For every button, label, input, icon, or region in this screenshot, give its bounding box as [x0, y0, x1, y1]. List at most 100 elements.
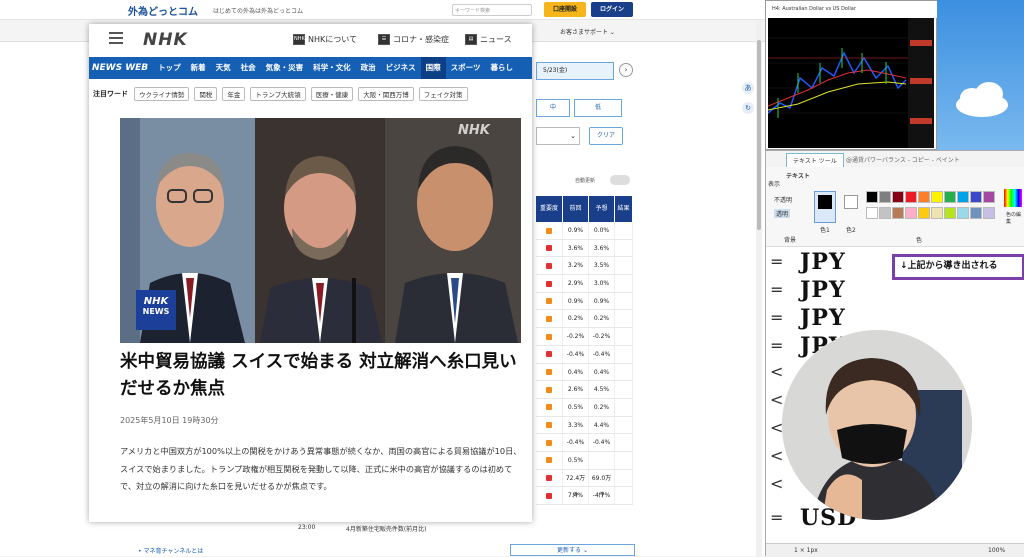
table-row[interactable]: -0.4% -0.4% [536, 434, 633, 452]
canvas-size: 1 × 1px [794, 547, 818, 554]
hot-word-tag[interactable]: 関税 [194, 87, 218, 101]
nav-item[interactable]: 社会 [236, 57, 261, 79]
palette-swatch[interactable] [892, 206, 904, 219]
table-row[interactable]: 0.5% [536, 451, 633, 470]
zoom-level[interactable]: 100% [988, 547, 1005, 554]
palette-swatch[interactable] [983, 206, 995, 219]
opaque-option[interactable]: 不透明 [774, 195, 792, 204]
next-date-button[interactable]: › [619, 63, 633, 77]
auto-update-toggle[interactable] [610, 175, 630, 185]
forecast-cell: 69.0万件 [589, 469, 615, 499]
table-row[interactable]: 0.5% 0.2% [536, 398, 633, 417]
color2-label: 色2 [846, 227, 856, 234]
hot-word-tag[interactable]: 大阪・関西万博 [358, 87, 414, 101]
login-button[interactable]: ログイン [591, 2, 633, 17]
table-row[interactable]: 3.3% 4.4% [536, 416, 633, 435]
palette-swatch[interactable] [905, 206, 917, 219]
nav-item[interactable]: トップ [153, 57, 186, 79]
palette-swatch[interactable] [866, 206, 878, 219]
site-search-input[interactable]: キーワード検索 [452, 4, 532, 16]
nav-item[interactable]: スポーツ [446, 57, 486, 79]
clear-button[interactable]: クリア [589, 127, 623, 145]
edit-colors-icon[interactable] [1004, 189, 1022, 207]
hot-words-label: 注目ワード [93, 90, 128, 98]
table-row[interactable]: 0.9% 0.0% [536, 222, 633, 240]
nav-item[interactable]: 国際 [420, 57, 446, 79]
transparent-option[interactable]: 透明 [774, 209, 791, 218]
news-web-brand[interactable]: NEWS WEB [89, 63, 153, 73]
open-account-button[interactable]: 口座開設 [544, 2, 586, 17]
palette-swatch[interactable] [970, 191, 982, 203]
table-row[interactable]: 7.4% -4.7% [536, 487, 633, 505]
text-tool-tab[interactable]: テキスト ツール [786, 153, 844, 168]
webcam-overlay [782, 330, 972, 520]
nav-item[interactable]: 天気 [211, 57, 236, 79]
refresh-button[interactable]: 更新する ⌄ [510, 544, 635, 556]
hot-word-tag[interactable]: トランプ大統領 [250, 87, 306, 101]
nhk-watermark: NHK [458, 123, 490, 138]
importance-low-filter[interactable]: 低 [574, 99, 622, 117]
palette-swatch[interactable] [944, 191, 956, 203]
table-row[interactable]: 2.9% 3.0% [536, 275, 633, 293]
translate-icon[interactable]: あ [742, 82, 754, 94]
mane-channel-link[interactable]: • マネ育チャンネルとは [138, 546, 203, 555]
nav-item[interactable]: 新着 [186, 57, 211, 79]
forecast-cell: 0.9% [589, 292, 615, 310]
color1-label: 色1 [820, 227, 830, 234]
site-tagline: はじめての外為は外為どっとコム [213, 8, 304, 15]
palette-swatch[interactable] [905, 191, 917, 203]
table-row[interactable]: -0.2% -0.2% [536, 328, 633, 346]
site-logo[interactable]: 外為どっとコム [128, 3, 198, 18]
table-row[interactable]: -0.4% -0.4% [536, 345, 633, 364]
nav-item[interactable]: 暮らし [486, 57, 519, 79]
palette-swatch[interactable] [983, 191, 995, 203]
nav-item[interactable]: 政治 [356, 57, 381, 79]
country-select[interactable]: ⌄ [536, 127, 580, 145]
hot-word-tag[interactable]: フェイク対策 [418, 87, 468, 101]
text-ribbon-tab[interactable]: テキスト [786, 171, 810, 180]
nav-item[interactable]: 科学・文化 [308, 57, 356, 79]
hot-word-tag[interactable]: 医療・健康 [310, 87, 354, 101]
color2-swatch[interactable] [844, 195, 858, 209]
support-link[interactable]: お客さまサポート ⌄ [560, 27, 615, 36]
palette-swatch[interactable] [931, 206, 943, 219]
color1-button[interactable] [814, 191, 836, 223]
table-row[interactable]: 0.9% 0.9% [536, 292, 633, 311]
palette-swatch[interactable] [866, 191, 878, 203]
covid-link[interactable]: ☰ コロナ・感染症 [378, 34, 449, 45]
view-tab[interactable]: 表示 [768, 179, 780, 188]
browser-scrollbar[interactable] [756, 20, 762, 556]
importance-cell [536, 469, 563, 487]
palette-swatch[interactable] [944, 206, 956, 219]
hamburger-menu-icon[interactable] [109, 32, 123, 44]
table-row[interactable]: 3.6% 3.6% [536, 239, 633, 258]
palette-swatch[interactable] [918, 191, 930, 203]
about-nhk-link[interactable]: NHK NHKについて [293, 34, 357, 45]
nav-item[interactable]: 気象・災害 [261, 57, 309, 79]
palette-swatch[interactable] [879, 191, 891, 203]
hot-word-tag[interactable]: 年金 [222, 87, 246, 101]
palette-swatch[interactable] [957, 206, 969, 219]
hot-word-tag[interactable]: ウクライナ情勢 [134, 87, 190, 101]
palette-swatch[interactable] [970, 206, 982, 219]
scrollbar-thumb[interactable] [757, 40, 761, 230]
table-row[interactable]: 0.2% 0.2% [536, 310, 633, 329]
refresh-icon[interactable]: ↻ [742, 102, 754, 114]
table-row[interactable]: 0.4% 0.4% [536, 363, 633, 382]
importance-mid-filter[interactable]: 中 [536, 99, 570, 117]
nav-item[interactable]: ビジネス [381, 57, 421, 79]
palette-swatch[interactable] [892, 191, 904, 203]
table-row[interactable]: 2.6% 4.5% [536, 381, 633, 399]
importance-icon [546, 280, 552, 287]
news-link[interactable]: ▤ ニュース [465, 34, 512, 45]
previous-cell: 0.9% [563, 292, 589, 310]
importance-cell [536, 328, 563, 345]
palette-swatch[interactable] [931, 191, 943, 203]
palette-swatch[interactable] [957, 191, 969, 203]
table-row[interactable]: 72.4万件 69.0万件 [536, 469, 633, 499]
date-picker[interactable]: 5/23(金) [536, 62, 614, 80]
table-row[interactable]: 3.2% 3.5% [536, 257, 633, 276]
palette-swatch[interactable] [918, 206, 930, 219]
nhk-logo[interactable]: NHK [143, 30, 188, 50]
palette-swatch[interactable] [879, 206, 891, 219]
